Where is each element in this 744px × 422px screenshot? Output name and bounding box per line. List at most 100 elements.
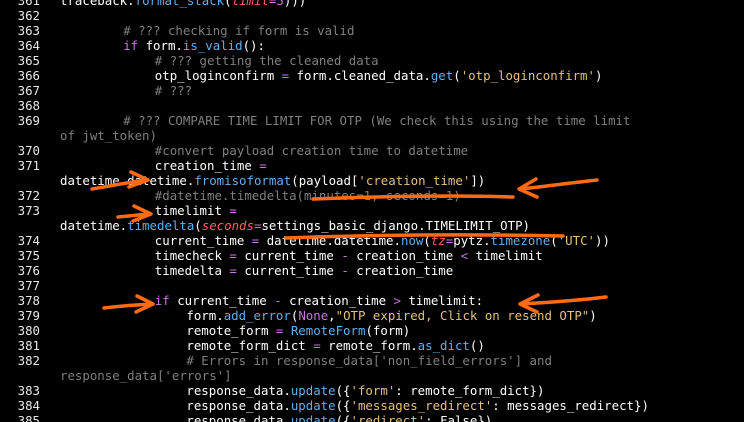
code-token: #datetime.timedelta(minutes=1, seconds=1… [154,188,461,203]
code-token: ( [423,233,431,248]
code-text: response_data.update({'form': remote_for… [186,383,544,398]
line-number: 363 [17,23,40,38]
code-line[interactable]: 382 # Errors in response_data['non_field_… [0,353,744,368]
code-text: timedelta = current_time - creation_time [155,263,453,278]
line-number: 374 [17,233,40,248]
line-number: 380 [17,323,40,338]
code-token: if [123,38,146,53]
code-token: remote_form. [328,338,418,353]
code-token: = [229,248,245,263]
code-line[interactable]: 363 # ??? checking if form is valid [0,23,744,38]
code-token: ({ [335,413,351,422]
code-token: otp_loginconfirm [154,68,282,83]
code-token: 'redirect' [350,413,426,422]
code-token: ]) [470,173,486,188]
code-line[interactable]: 374 current_time = datetime.datetime.now(… [0,233,744,248]
line-number: 381 [17,338,40,353]
code-token: traceback. [60,0,135,8]
code-token: # ??? getting the cleaned data [154,53,379,68]
code-token: datetime.datetime. [60,173,195,188]
code-line[interactable]: 385 response_data.update({'redirect': Fal… [0,413,744,422]
code-token: datetime. [60,218,128,233]
code-token: = [229,203,237,218]
code-token: add_error [223,308,291,323]
code-token: ))) [283,0,307,8]
code-editor[interactable]: 361 traceback.format_stack(limit=5))) 362 3… [0,0,744,422]
code-token: response_data. [186,413,291,422]
code-text: traceback.format_stack(limit=5))) [60,0,306,8]
code-line[interactable]: 372 #datetime.timedelta(minutes=1, second… [0,188,744,203]
code-text: # ??? [155,83,192,98]
line-number: 367 [17,83,40,98]
code-line[interactable]: 366 otp_loginconfirm = form.cleaned_data.… [0,68,744,83]
code-token: 'form' [350,383,396,398]
code-line[interactable]: 367 # ??? [0,83,744,98]
code-line[interactable]: 384 response_data.update({'messages_redir… [0,398,744,413]
code-token: timelimit: [408,293,484,308]
code-text: # ??? COMPARE TIME LIMIT FOR OTP (We che… [123,113,630,128]
code-line[interactable]: 379 form.add_error(None,"OTP expired, Cli… [0,308,744,323]
code-line[interactable]: 364 if form.is_valid(): [0,38,744,53]
code-line[interactable]: 362 [0,8,744,23]
code-token: None [298,308,329,323]
code-token: current_time [177,293,275,308]
code-line[interactable]: 370 #convert payload creation time to dat… [0,143,744,158]
line-number: 376 [17,263,40,278]
code-token: pytz. [453,233,491,248]
code-token: ({ [335,398,351,413]
code-token: "OTP expired, Click on resend OTP" [335,308,590,323]
code-token: limit [231,0,269,8]
code-token: timecheck [154,248,230,263]
code-token: current_time [154,233,252,248]
line-number: 366 [17,68,40,83]
code-line-wrap[interactable]: datetime.timedelta(seconds=settings_basi… [0,218,744,233]
code-line[interactable]: 378 if current_time - creation_time > tim… [0,293,744,308]
code-line-wrap[interactable]: response_data['errors'] [0,368,744,383]
code-text-wrapped: datetime.timedelta(seconds=settings_basi… [60,218,530,233]
code-token: )) [595,233,610,248]
code-line[interactable]: 365 # ??? getting the cleaned data [0,53,744,68]
line-number: 384 [17,398,40,413]
code-token: () [469,338,485,353]
code-token: response_data. [186,398,291,413]
line-number: 385 [17,413,40,422]
code-token: , [328,308,336,323]
code-line[interactable]: 373 timelimit = [0,203,744,218]
code-token: (form) [365,323,411,338]
code-line[interactable]: 375 timecheck = current_time - creation_t… [0,248,744,263]
code-line[interactable]: 381 remote_form_dict = remote_form.as_dic… [0,338,744,353]
code-token: ) [589,308,597,323]
code-token: update [290,398,336,413]
code-token: current_time [244,263,342,278]
code-token: remote_form [186,323,276,338]
code-line[interactable]: 376 timedelta = current_time - creation_t… [0,263,744,278]
code-token: form. [186,308,224,323]
code-token: as_dict [417,338,470,353]
line-number: 383 [17,383,40,398]
line-number: 368 [17,98,40,113]
code-token: of jwt_token) [60,128,157,143]
code-line[interactable]: 377 [0,278,744,293]
code-token: 'creation_time' [358,173,471,188]
code-token: timezone [490,233,551,248]
code-text: timecheck = current_time - creation_time… [155,248,543,263]
code-line[interactable]: 380 remote_form = RemoteForm(form) [0,323,744,338]
code-token: current_time [244,248,342,263]
code-line-wrap[interactable]: datetime.datetime.fromisoformat(payload[… [0,173,744,188]
code-text: current_time = datetime.datetime.now(tz=… [155,233,610,248]
code-token: RemoteForm [290,323,366,338]
code-token: ( [224,0,232,8]
code-token: - [341,263,357,278]
code-token: < [460,248,476,263]
line-number: 373 [17,203,40,218]
code-token: - [274,293,290,308]
code-line[interactable]: 361 traceback.format_stack(limit=5))) [0,0,744,8]
code-line[interactable]: 383 response_data.update({'form': remote_… [0,383,744,398]
code-line[interactable]: 369 # ??? COMPARE TIME LIMIT FOR OTP (We … [0,113,744,128]
code-line[interactable]: 371 creation_time = [0,158,744,173]
line-number: 382 [17,353,40,368]
code-token: fromisoformat [194,173,292,188]
code-token: 'messages_redirect' [350,398,493,413]
code-line-wrap[interactable]: of jwt_token) [0,128,744,143]
code-line[interactable]: 368 [0,98,744,113]
